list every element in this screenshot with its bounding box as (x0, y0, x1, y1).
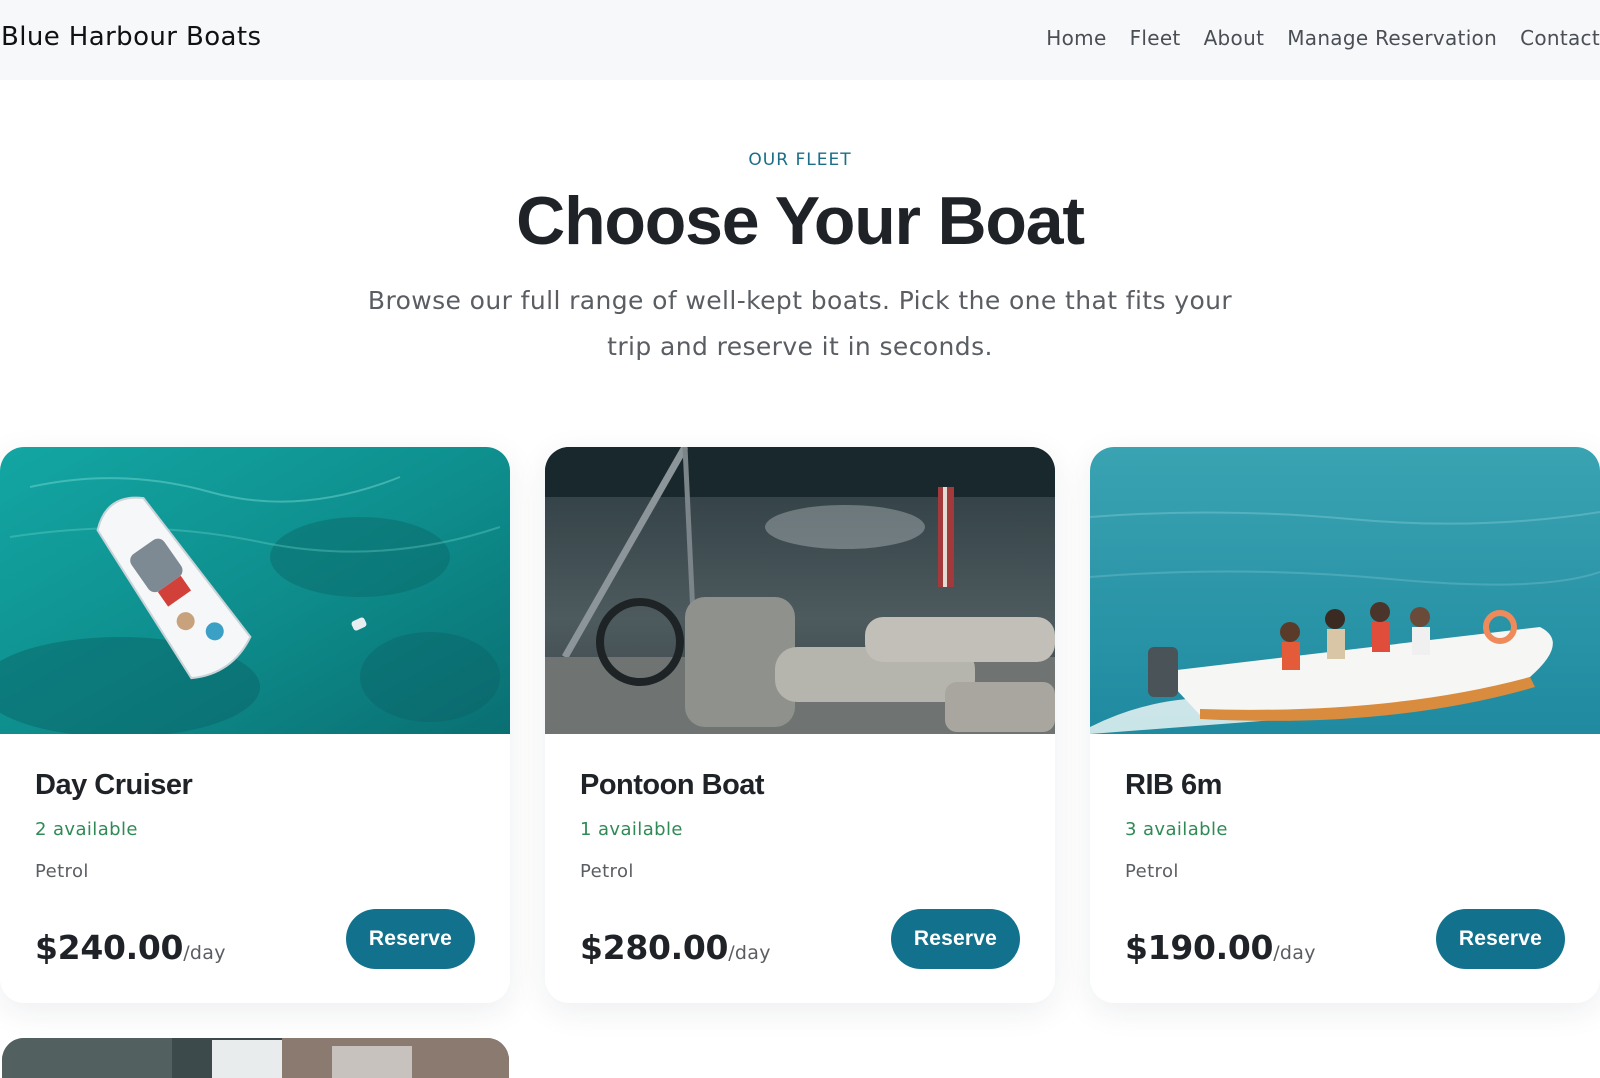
brand-logo-text[interactable]: Blue Harbour Boats (1, 22, 261, 52)
nav-about[interactable]: About (1204, 26, 1265, 50)
boat-photo-partial (2, 1038, 509, 1078)
page-subtitle: Browse our full range of well-kept boats… (367, 286, 1233, 361)
site-header: Blue Harbour Boats Home Fleet About Mana… (0, 0, 1600, 80)
nav-manage-reservation[interactable]: Manage Reservation (1287, 26, 1497, 50)
page-title: Choose Your Boat (516, 183, 1085, 259)
price-unit: /day (1273, 942, 1316, 964)
price-per-day: $190.00/day (1125, 928, 1316, 967)
boat-name: Pontoon Boat (580, 769, 765, 801)
availability-count: 3 available (1125, 819, 1228, 840)
boat-card-day-cruiser: Day Cruiser 2 available Petrol $240.00/d… (0, 447, 510, 1003)
boat-photo-day-cruiser (0, 447, 510, 734)
boat-card-partial (2, 1038, 509, 1078)
fuel-type: Petrol (1125, 861, 1179, 882)
boat-name: Day Cruiser (35, 769, 193, 801)
reserve-button[interactable]: Reserve (891, 909, 1020, 969)
nav-fleet[interactable]: Fleet (1130, 26, 1181, 50)
price-per-day: $280.00/day (580, 928, 771, 967)
nav-contact[interactable]: Contact (1520, 26, 1600, 50)
availability-count: 1 available (580, 819, 683, 840)
boat-photo-pontoon-boat (545, 447, 1055, 734)
reserve-button[interactable]: Reserve (346, 909, 475, 969)
reserve-button[interactable]: Reserve (1436, 909, 1565, 969)
price-unit: /day (183, 942, 226, 964)
fuel-type: Petrol (580, 861, 634, 882)
boat-name: RIB 6m (1125, 769, 1222, 801)
boat-card-rib-6m: RIB 6m 3 available Petrol $190.00/day Re… (1090, 447, 1600, 1003)
price-unit: /day (728, 942, 771, 964)
price-amount: $280.00 (580, 928, 729, 967)
nav-home[interactable]: Home (1046, 26, 1106, 50)
availability-count: 2 available (35, 819, 138, 840)
price-per-day: $240.00/day (35, 928, 226, 967)
fleet-hero: OUR FLEET Choose Your Boat Browse our fu… (0, 150, 1600, 370)
boat-card-pontoon-boat: Pontoon Boat 1 available Petrol $280.00/… (545, 447, 1055, 1003)
fuel-type: Petrol (35, 861, 89, 882)
section-eyebrow: OUR FLEET (748, 150, 852, 170)
price-amount: $240.00 (35, 928, 184, 967)
boat-photo-rib-6m (1090, 447, 1600, 734)
price-amount: $190.00 (1125, 928, 1274, 967)
main-nav: Home Fleet About Manage Reservation Cont… (1046, 26, 1600, 50)
